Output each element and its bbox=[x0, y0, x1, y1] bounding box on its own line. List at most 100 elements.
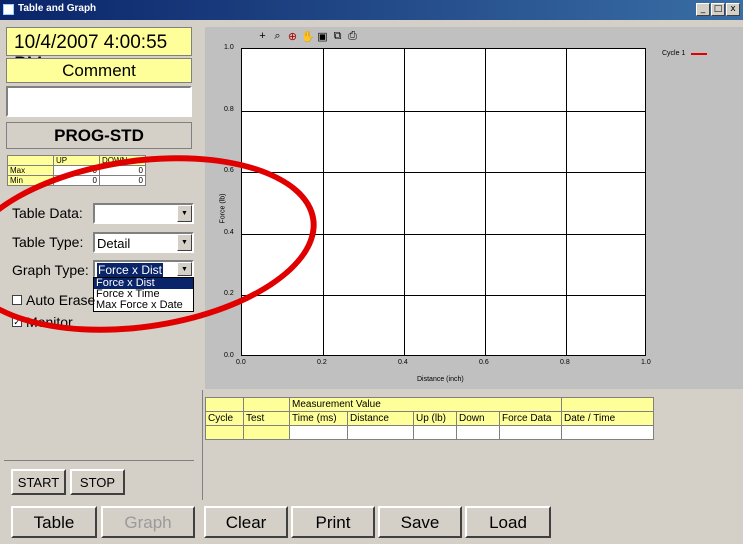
graph-type-value: Force x Dist bbox=[97, 263, 164, 277]
minmax-cell: 0 bbox=[99, 165, 146, 176]
table-button[interactable]: Table bbox=[11, 506, 97, 538]
minmax-cell: 0 bbox=[99, 175, 146, 186]
table-cell bbox=[499, 425, 562, 440]
minmax-header-up: UP bbox=[53, 155, 100, 166]
table-type-value: Detail bbox=[97, 236, 131, 251]
table-group-header: Measurement Value bbox=[289, 397, 562, 412]
grid-line-horizontal bbox=[242, 172, 645, 174]
legend-label: Cycle 1 bbox=[662, 50, 686, 57]
table-cell bbox=[413, 425, 457, 440]
table-cell bbox=[243, 425, 290, 440]
table-header-blank bbox=[561, 397, 654, 412]
x-tick-label: 0.4 bbox=[398, 359, 408, 366]
grid-line-vertical bbox=[485, 49, 486, 355]
crosshair-icon[interactable]: + bbox=[256, 30, 269, 43]
x-tick-label: 0.0 bbox=[236, 359, 246, 366]
table-header: Distance bbox=[347, 411, 414, 426]
comment-label: Comment bbox=[6, 58, 192, 83]
table-cell bbox=[205, 425, 244, 440]
y-tick-label: 0.0 bbox=[224, 352, 234, 359]
zoom-in-icon[interactable]: ⊕ bbox=[286, 30, 299, 43]
stop-button[interactable]: STOP bbox=[70, 469, 125, 495]
table-header: Test bbox=[243, 411, 290, 426]
pan-icon[interactable]: ✋ bbox=[301, 30, 315, 43]
chevron-down-icon[interactable]: ▼ bbox=[177, 205, 192, 222]
x-tick-label: 0.8 bbox=[560, 359, 570, 366]
graph-button[interactable]: Graph bbox=[101, 506, 195, 538]
monitor-checkbox[interactable]: ✓ Monitor bbox=[12, 314, 73, 330]
x-tick-label: 0.2 bbox=[317, 359, 327, 366]
data-table: Measurement Value Cycle Test Time (ms) D… bbox=[205, 397, 654, 440]
minmax-table: UP DOWN Max 0 0 Min 0 0 bbox=[7, 155, 146, 186]
maximize-button[interactable]: □ bbox=[711, 3, 725, 16]
window-title: Table and Graph bbox=[18, 3, 97, 14]
grid-line-vertical bbox=[566, 49, 567, 355]
table-header-blank bbox=[205, 397, 244, 412]
graph-type-select[interactable]: Force x Dist ▼ bbox=[93, 260, 194, 278]
y-tick-label: 0.2 bbox=[224, 290, 234, 298]
zoom-fit-icon[interactable]: ⌕ bbox=[271, 30, 284, 43]
checkbox-box[interactable] bbox=[12, 295, 22, 305]
table-header-blank bbox=[243, 397, 290, 412]
graph-toolbar: + ⌕ ⊕ ✋ ▣ ⧉ ⎙ bbox=[256, 30, 359, 43]
grid-line-horizontal bbox=[242, 233, 645, 235]
save-button[interactable]: Save bbox=[378, 506, 462, 538]
save-icon[interactable]: ▣ bbox=[316, 30, 329, 43]
clear-button[interactable]: Clear bbox=[204, 506, 288, 538]
datetime-display: 10/4/2007 4:00:55 PM bbox=[6, 27, 192, 75]
print-icon[interactable]: ⎙ bbox=[346, 30, 359, 43]
table-type-select[interactable]: Detail ▼ bbox=[93, 232, 194, 253]
app-icon bbox=[3, 4, 14, 15]
table-type-label: Table Type: bbox=[12, 234, 84, 250]
table-cell bbox=[561, 425, 654, 440]
legend: Cycle 1 bbox=[662, 50, 708, 57]
dropdown-option[interactable]: Max Force x Date bbox=[94, 300, 193, 311]
minmax-header-down: DOWN bbox=[99, 155, 146, 166]
table-header: Up (lb) bbox=[413, 411, 457, 426]
title-bar: Table and Graph _ □ x bbox=[0, 0, 743, 20]
close-button[interactable]: x bbox=[726, 3, 740, 16]
table-header: Date / Time bbox=[561, 411, 654, 426]
grid-line-vertical bbox=[323, 49, 324, 355]
table-header: Cycle bbox=[205, 411, 244, 426]
table-data-label: Table Data: bbox=[12, 205, 83, 221]
auto-erase-label: Auto Erase bbox=[26, 292, 96, 308]
table-data-select[interactable]: ▼ bbox=[93, 203, 194, 224]
legend-line bbox=[691, 52, 708, 55]
x-axis-label: Distance (inch) bbox=[417, 376, 464, 383]
table-header: Time (ms) bbox=[289, 411, 348, 426]
minmax-cell: 0 bbox=[53, 165, 100, 176]
copy-icon[interactable]: ⧉ bbox=[331, 30, 344, 43]
grid-line-vertical bbox=[404, 49, 405, 355]
graph-type-dropdown: Force x Dist Force x Time Max Force x Da… bbox=[93, 277, 194, 312]
plot-area[interactable] bbox=[241, 48, 646, 356]
x-tick-label: 1.0 bbox=[641, 359, 651, 366]
x-tick-label: 0.6 bbox=[479, 359, 489, 366]
table-cell bbox=[347, 425, 414, 440]
check-icon[interactable]: ✓ bbox=[12, 317, 22, 327]
auto-erase-checkbox[interactable]: Auto Erase bbox=[12, 292, 95, 308]
y-tick-label: 0.6 bbox=[224, 167, 234, 175]
divider bbox=[202, 390, 203, 500]
print-button[interactable]: Print bbox=[291, 506, 375, 538]
y-axis-label: Force (lb) bbox=[219, 193, 227, 224]
program-name: PROG-STD bbox=[6, 122, 192, 149]
start-button[interactable]: START bbox=[11, 469, 66, 495]
load-button[interactable]: Load bbox=[465, 506, 551, 538]
minmax-row-label: Max bbox=[7, 165, 54, 176]
minimize-button[interactable]: _ bbox=[696, 3, 710, 16]
comment-input[interactable] bbox=[6, 86, 192, 117]
monitor-label: Monitor bbox=[26, 314, 73, 330]
table-cell bbox=[456, 425, 500, 440]
grid-line-horizontal bbox=[242, 110, 645, 112]
y-tick-label: 1.0 bbox=[224, 44, 234, 51]
window-controls: _ □ x bbox=[696, 3, 740, 16]
graph-type-label: Graph Type: bbox=[12, 262, 89, 278]
chevron-down-icon[interactable]: ▼ bbox=[177, 262, 192, 276]
minmax-cell: 0 bbox=[53, 175, 100, 186]
table-header: Force Data bbox=[499, 411, 562, 426]
grid-line-horizontal bbox=[242, 295, 645, 297]
chevron-down-icon[interactable]: ▼ bbox=[177, 234, 192, 251]
table-cell bbox=[289, 425, 348, 440]
y-tick-label: 0.8 bbox=[224, 105, 234, 113]
